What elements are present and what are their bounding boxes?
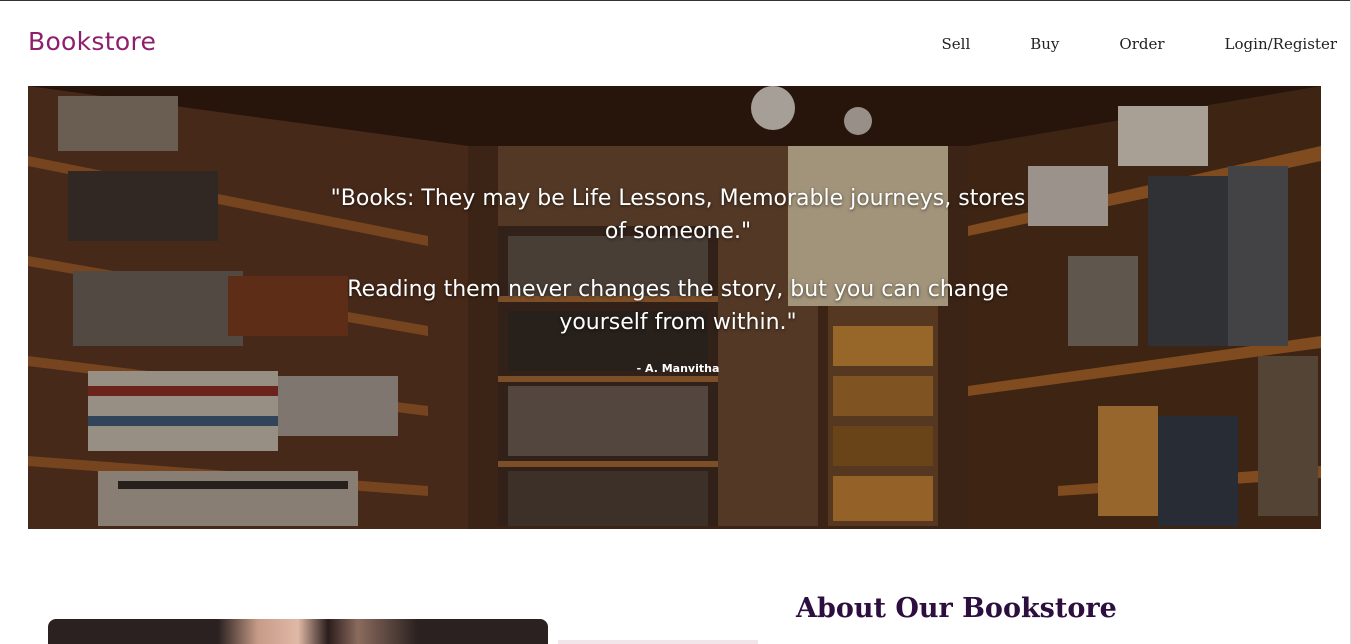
brand-logo[interactable]: Bookstore (28, 27, 156, 56)
about-title: About Our Bookstore (796, 593, 1117, 624)
site-header: Bookstore Sell Buy Order Login/Register (0, 1, 1351, 86)
about-image (48, 619, 548, 644)
nav-sell-link[interactable]: Sell (942, 35, 971, 53)
quote-author: - A. Manvitha (636, 362, 720, 375)
main-nav: Sell Buy Order Login/Register (942, 35, 1338, 53)
nav-buy-link[interactable]: Buy (1030, 35, 1059, 53)
about-photo-content (218, 619, 418, 644)
hero-banner: "Books: They may be Life Lessons, Memora… (28, 86, 1321, 529)
quote-line-1: "Books: They may be Life Lessons, Memora… (330, 186, 1026, 244)
section-divider (558, 640, 758, 644)
quote-line-2: Reading them never changes the story, bu… (347, 277, 1009, 335)
nav-order-link[interactable]: Order (1119, 35, 1164, 53)
nav-login-register-link[interactable]: Login/Register (1225, 35, 1337, 53)
hero-quote: "Books: They may be Life Lessons, Memora… (328, 182, 1028, 364)
